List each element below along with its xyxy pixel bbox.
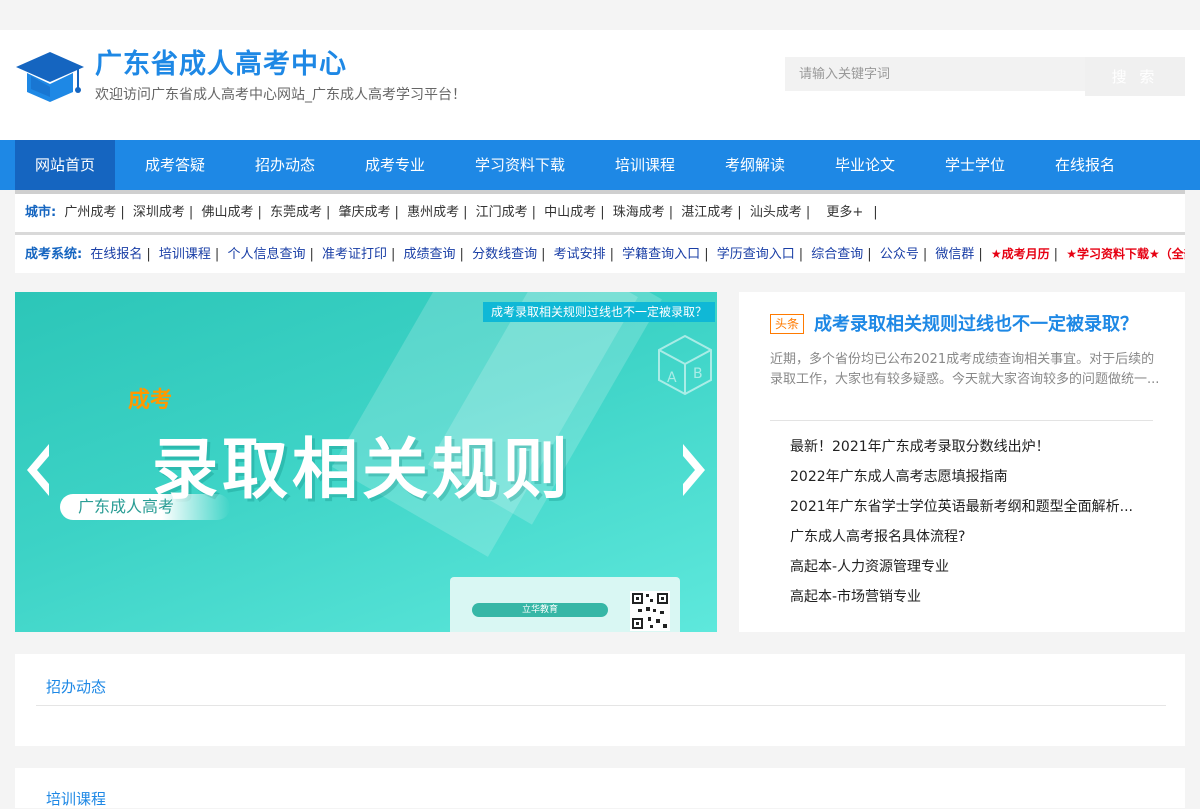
cube-letter: B: [693, 366, 703, 382]
system-label: 成考系统:: [25, 247, 83, 262]
banner-carousel[interactable]: A B 成考录取相关规则过线也不一定被录取？ 成考 录取相关规则 广东成人高考 …: [15, 292, 717, 632]
main-nav: 网站首页 成考答疑 招办动态 成考专业 学习资料下载 培训课程 考纲解读 毕业论…: [0, 140, 1200, 190]
sys-link-general-query[interactable]: 综合查询: [811, 247, 863, 262]
city-link-foshan[interactable]: 佛山成考: [201, 205, 253, 220]
sys-link-admission-ticket[interactable]: 准考证打印: [322, 247, 387, 262]
site-subtitle: 欢迎访问广东省成人高考中心网站_广东成人高考学习平台！: [95, 87, 466, 103]
cube-decoration-icon: A B: [658, 334, 712, 396]
section-training-courses: 培训课程: [15, 768, 1185, 808]
headline-panel: 头条 成考录取相关规则过线也不一定被录取？ 近期，多个省份均已公布2021成考成…: [739, 292, 1185, 632]
nav-item-qa[interactable]: 成考答疑: [125, 140, 225, 190]
section-admissions-news: 招办动态: [15, 654, 1185, 746]
graduation-cap-icon[interactable]: [15, 48, 85, 104]
sys-link-enrollment-check[interactable]: 学籍查询入口: [622, 247, 700, 262]
news-item[interactable]: 最新！2021年广东成考录取分数线出炉！: [790, 432, 1170, 462]
city-link-huizhou[interactable]: 惠州成考: [407, 205, 459, 220]
city-link-jiangmen[interactable]: 江门成考: [476, 205, 528, 220]
headline-summary: 近期，多个省份均已公布2021成考成绩查询相关事宜。对于后续的录取工作，大家也有…: [770, 352, 1160, 387]
sys-link-register[interactable]: 在线报名: [90, 247, 142, 262]
nav-item-news[interactable]: 招办动态: [235, 140, 335, 190]
site-title[interactable]: 广东省成人高考中心: [95, 42, 347, 81]
city-link-guangzhou[interactable]: 广州成考: [64, 205, 116, 220]
chevron-left-icon[interactable]: [25, 442, 51, 498]
news-item[interactable]: 高起本-市场营销专业: [790, 582, 1170, 612]
city-more-link[interactable]: 更多+: [826, 205, 863, 220]
section-title[interactable]: 培训课程: [46, 788, 106, 809]
nav-item-register[interactable]: 在线报名: [1035, 140, 1135, 190]
headline-title[interactable]: 成考录取相关规则过线也不一定被录取？: [814, 310, 1138, 336]
banner-small-text: 成考: [128, 388, 173, 413]
cube-letter: A: [667, 370, 677, 386]
city-link-zhaoqing[interactable]: 肇庆成考: [339, 205, 391, 220]
search-button[interactable]: 搜 索: [1085, 57, 1185, 96]
qr-code-icon: [630, 591, 670, 631]
banner-caption[interactable]: 成考录取相关规则过线也不一定被录取？: [482, 302, 715, 322]
city-label: 城市:: [25, 205, 57, 220]
nav-item-home[interactable]: 网站首页: [15, 140, 115, 190]
search-input[interactable]: [785, 57, 1085, 91]
city-links-row: 城市: 广州成考 | 深圳成考 | 佛山成考 | 东莞成考 | 肇庆成考 | 惠州成考 | …: [15, 194, 1185, 232]
sys-link-wechat-group[interactable]: 微信群: [935, 247, 974, 262]
section-title[interactable]: 招办动态: [46, 676, 106, 697]
nav-item-majors[interactable]: 成考专业: [345, 140, 445, 190]
city-link-zhongshan[interactable]: 中山成考: [544, 205, 596, 220]
sys-link-schedule[interactable]: 考试安排: [554, 247, 606, 262]
site-header: 广东省成人高考中心 欢迎访问广东省成人高考中心网站_广东成人高考学习平台！ 搜 …: [0, 30, 1200, 140]
news-item[interactable]: 广东成人高考报名具体流程?: [790, 522, 1170, 552]
banner-pill-text: 广东成人高考: [60, 494, 230, 520]
sys-link-calendar[interactable]: ★成考月历: [991, 247, 1050, 261]
news-list: 最新！2021年广东成考录取分数线出炉！ 2022年广东成人高考志愿填报指南 2…: [790, 432, 1170, 612]
headline-badge: 头条: [770, 314, 805, 334]
news-item[interactable]: 2021年广东省学士学位英语最新考纲和题型全面解析...: [790, 492, 1170, 522]
sys-link-personal-info[interactable]: 个人信息查询: [227, 247, 305, 262]
nav-item-thesis[interactable]: 毕业论文: [815, 140, 915, 190]
sys-link-official-account[interactable]: 公众号: [880, 247, 919, 262]
system-links-row: 成考系统: 在线报名 | 培训课程 | 个人信息查询 | 准考证打印 | 成绩查询 | 分…: [15, 235, 1185, 273]
city-link-zhanjiang[interactable]: 湛江成考: [681, 205, 733, 220]
nav-item-courses[interactable]: 培训课程: [595, 140, 695, 190]
sys-link-score[interactable]: 成绩查询: [404, 247, 456, 262]
nav-item-syllabus[interactable]: 考纲解读: [705, 140, 805, 190]
city-link-dongguan[interactable]: 东莞成考: [270, 205, 322, 220]
city-link-shenzhen[interactable]: 深圳成考: [133, 205, 185, 220]
sys-link-cutoff[interactable]: 分数线查询: [472, 247, 537, 262]
chevron-right-icon[interactable]: [681, 442, 707, 498]
sys-link-courses[interactable]: 培训课程: [159, 247, 211, 262]
city-link-zhuhai[interactable]: 珠海成考: [613, 205, 665, 220]
banner-card-label: 立华教育: [472, 603, 608, 617]
nav-item-degree[interactable]: 学士学位: [925, 140, 1025, 190]
panel-divider: [770, 420, 1153, 421]
sys-link-degree-check[interactable]: 学历查询入口: [717, 247, 795, 262]
news-item[interactable]: 2022年广东成人高考志愿填报指南: [790, 462, 1170, 492]
city-link-shantou[interactable]: 汕头成考: [750, 205, 802, 220]
news-item[interactable]: 高起本-人力资源管理专业: [790, 552, 1170, 582]
nav-item-downloads[interactable]: 学习资料下载: [455, 140, 585, 190]
banner-card: 立华教育: [450, 577, 680, 632]
sys-link-free-materials[interactable]: ★学习资料下载★（全部免: [1066, 247, 1185, 261]
section-divider: [36, 705, 1166, 706]
